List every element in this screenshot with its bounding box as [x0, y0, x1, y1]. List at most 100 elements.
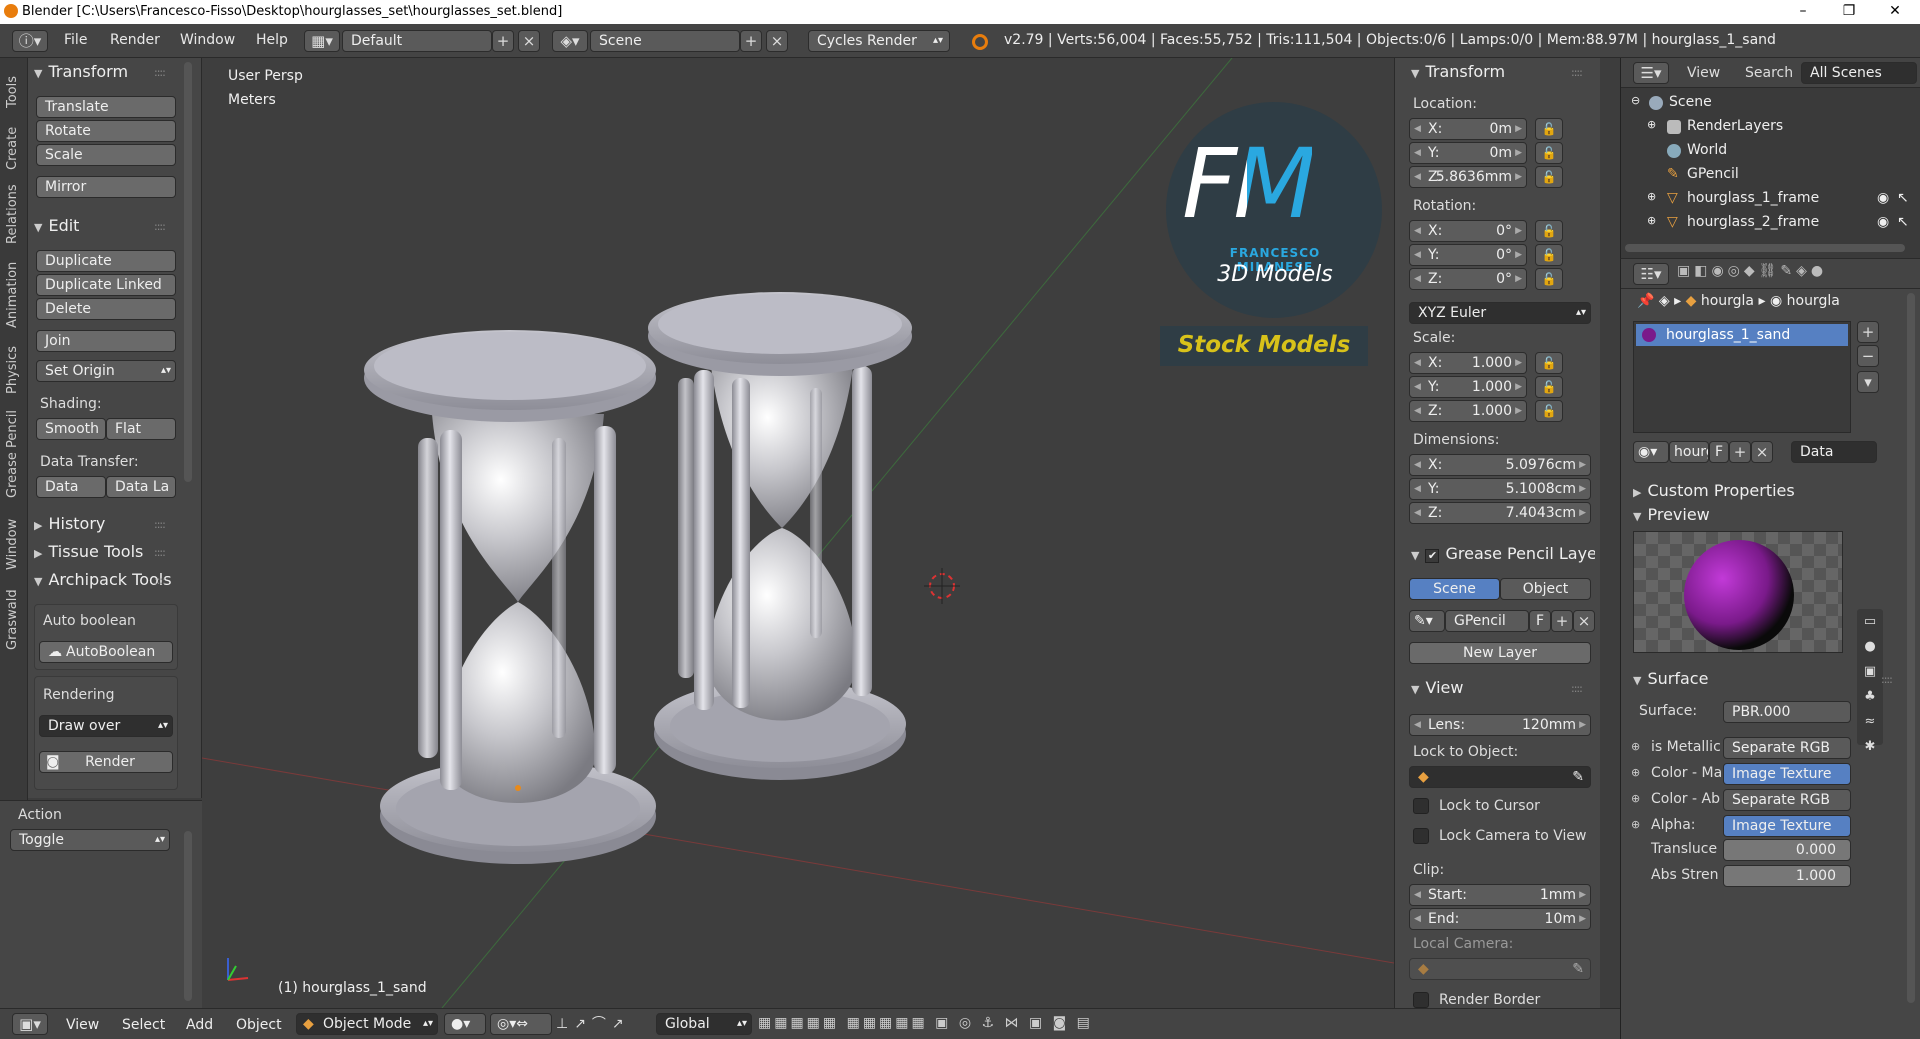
- close-button[interactable]: ✕: [1872, 0, 1918, 24]
- material-link-select[interactable]: Data: [1791, 441, 1877, 463]
- rotate-button[interactable]: Rotate: [36, 120, 176, 142]
- lock-icon[interactable]: 🔓: [1535, 352, 1563, 374]
- autoboolean-button[interactable]: ☁ AutoBoolean: [39, 641, 173, 663]
- eyedropper-icon[interactable]: ✎: [1572, 767, 1584, 787]
- collapse-icon[interactable]: ⊖: [1631, 94, 1640, 107]
- material-name-field[interactable]: hourg: [1669, 441, 1709, 463]
- gp-fake-user-button[interactable]: F: [1529, 610, 1551, 632]
- pin-icon[interactable]: 📌: [1637, 293, 1654, 309]
- rotation-z-field[interactable]: ◀ Z: 0° ▶: [1409, 268, 1527, 290]
- redo-panel-scrollbar[interactable]: [184, 831, 192, 1001]
- set-origin-select[interactable]: Set Origin ▴▾: [36, 360, 176, 382]
- outliner-display-mode-select[interactable]: All Scenes: [1801, 62, 1917, 84]
- 3d-cursor-icon[interactable]: [924, 568, 960, 604]
- outliner-scrollbar[interactable]: [1625, 244, 1905, 252]
- outliner-row-renderlayers[interactable]: ⊕ RenderLayers: [1621, 116, 1920, 140]
- surface-node-select[interactable]: Separate RGB: [1723, 789, 1851, 811]
- properties-context-tabs[interactable]: ▣◧◉◎◆⛓✎◈●: [1677, 263, 1917, 285]
- material-new-icon[interactable]: +: [1729, 441, 1751, 463]
- menu-add[interactable]: Add: [186, 1017, 213, 1033]
- mirror-button[interactable]: Mirror: [36, 176, 176, 198]
- material-unlink-icon[interactable]: ×: [1751, 441, 1773, 463]
- scale-x-field[interactable]: ◀ X: 1.000 ▶: [1409, 352, 1527, 374]
- render-engine-select[interactable]: Cycles Render ▴▾: [808, 30, 950, 52]
- local-camera-field[interactable]: ◆ ✎: [1409, 958, 1591, 980]
- surface-node-select[interactable]: PBR.000: [1723, 701, 1851, 723]
- material-browse-icon[interactable]: ◉▾: [1633, 441, 1669, 463]
- surface-value-slider[interactable]: 1.000: [1723, 865, 1851, 887]
- rotation-y-field[interactable]: ◀ Y: 0° ▶: [1409, 244, 1527, 266]
- material-slot-item[interactable]: hourglass_1_sand: [1636, 324, 1848, 346]
- remove-layout-icon[interactable]: ×: [518, 30, 540, 52]
- outliner-row-hourglass-2-frame[interactable]: ⊕ ▽ hourglass_2_frame ◉ ↖: [1621, 212, 1920, 236]
- menu-select[interactable]: Select: [122, 1017, 165, 1033]
- data-transfer-data-button[interactable]: Data: [36, 476, 106, 498]
- expand-icon[interactable]: ⊕: [1647, 190, 1656, 203]
- outliner-row-world[interactable]: World: [1621, 140, 1920, 164]
- n-view-header[interactable]: ▼ View: [1411, 678, 1463, 697]
- minimize-button[interactable]: –: [1780, 0, 1826, 24]
- menu-file[interactable]: File: [64, 32, 87, 48]
- gp-name-field[interactable]: GPencil: [1445, 610, 1529, 632]
- drag-grip-icon[interactable]: ::::: [154, 546, 166, 559]
- translate-button[interactable]: Translate: [36, 96, 176, 118]
- properties-scrollbar[interactable]: [1907, 293, 1915, 1003]
- gp-scene-toggle[interactable]: Scene: [1409, 578, 1500, 600]
- drag-grip-icon[interactable]: ::::: [154, 574, 166, 587]
- duplicate-linked-button[interactable]: Duplicate Linked: [36, 274, 176, 296]
- action-select[interactable]: Toggle ▴▾: [10, 829, 170, 851]
- archipack-render-button[interactable]: ◙ Render: [39, 751, 173, 773]
- join-button[interactable]: Join: [36, 330, 176, 352]
- outliner-editor-type-icon[interactable]: ☰▾: [1633, 62, 1669, 84]
- remove-slot-icon[interactable]: −: [1857, 345, 1879, 367]
- duplicate-button[interactable]: Duplicate: [36, 250, 176, 272]
- delete-button[interactable]: Delete: [36, 298, 176, 320]
- archipack-panel-header[interactable]: ▼ Archipack Tools: [34, 570, 194, 589]
- expand-icon[interactable]: ⊕: [1647, 118, 1656, 131]
- slot-specials-icon[interactable]: ▾: [1857, 371, 1879, 393]
- viewport-editor-type-icon[interactable]: ▣▾: [12, 1013, 48, 1035]
- lock-icon[interactable]: 🔓: [1535, 220, 1563, 242]
- scale-y-field[interactable]: ◀ Y: 1.000 ▶: [1409, 376, 1527, 398]
- outliner-row-gpencil[interactable]: ✎ GPencil: [1621, 164, 1920, 188]
- location-x-field[interactable]: ◀ X: 0m ▶: [1409, 118, 1527, 140]
- outliner-view-menu[interactable]: View: [1687, 65, 1720, 81]
- new-layer-button[interactable]: New Layer: [1409, 642, 1591, 664]
- manipulator-icons[interactable]: ⊥↗⌒↗: [556, 1013, 652, 1035]
- expand-socket-icon[interactable]: ⊕: [1631, 792, 1640, 805]
- toolshelf-scrollbar[interactable]: [184, 62, 192, 482]
- menu-window[interactable]: Window: [180, 32, 235, 48]
- clip-start-field[interactable]: ◀ Start: 1mm ▶: [1409, 884, 1591, 906]
- 3d-viewport[interactable]: User Persp Meters (1) hourglass_1_sand F…: [202, 58, 1394, 1008]
- rotation-x-field[interactable]: ◀ X: 0° ▶: [1409, 220, 1527, 242]
- layer-buttons-and-tools[interactable]: ▦▦▦▦▦ ▦▦▦▦▦ ▣ ◎ ⚓ ⋈ ▣ ◙ ▤: [758, 1015, 1090, 1035]
- surface-header[interactable]: ▼ Surface: [1633, 669, 1708, 688]
- drag-grip-icon[interactable]: ::::: [154, 66, 166, 79]
- visibility-eye-icon[interactable]: ◉: [1877, 190, 1889, 206]
- smooth-button[interactable]: Smooth: [36, 418, 106, 440]
- pivot-point-select[interactable]: ◎▾⇔: [490, 1013, 552, 1035]
- expand-icon[interactable]: ⊕: [1647, 214, 1656, 227]
- outliner-search-menu[interactable]: Search: [1745, 65, 1793, 81]
- transform-orientation-select[interactable]: Global ▴▾: [656, 1013, 752, 1035]
- dimensions-z-field[interactable]: ◀ Z: 7.4043cm ▶: [1409, 502, 1591, 524]
- expand-socket-icon[interactable]: ⊕: [1631, 818, 1640, 831]
- properties-editor-type-icon[interactable]: ☷▾: [1633, 263, 1669, 285]
- lens-field[interactable]: ◀ Lens: 120mm ▶: [1409, 714, 1591, 736]
- lock-icon[interactable]: 🔓: [1535, 268, 1563, 290]
- mode-select[interactable]: ◆ Object Mode ▴▾: [296, 1013, 438, 1035]
- scale-z-field[interactable]: ◀ Z: 1.000 ▶: [1409, 400, 1527, 422]
- eyedropper-icon[interactable]: ✎: [1572, 959, 1584, 979]
- lock-icon[interactable]: 🔓: [1535, 376, 1563, 398]
- lock-object-field[interactable]: ◆ ✎: [1409, 766, 1591, 788]
- menu-view[interactable]: View: [66, 1017, 99, 1033]
- drag-grip-icon[interactable]: ::::: [1571, 66, 1583, 79]
- location-z-field[interactable]: ◀ Z: 5.8636mm ▶: [1409, 166, 1527, 188]
- menu-object[interactable]: Object: [236, 1017, 282, 1033]
- surface-node-select[interactable]: Separate RGB: [1723, 737, 1851, 759]
- edit-panel-header[interactable]: ▼ Edit: [34, 216, 79, 235]
- outliner-row-hourglass-1-frame[interactable]: ⊕ ▽ hourglass_1_frame ◉ ↖: [1621, 188, 1920, 212]
- gp-object-toggle[interactable]: Object: [1500, 578, 1591, 600]
- custom-properties-header[interactable]: ▶ Custom Properties: [1633, 481, 1795, 500]
- selectable-cursor-icon[interactable]: ↖: [1897, 214, 1909, 230]
